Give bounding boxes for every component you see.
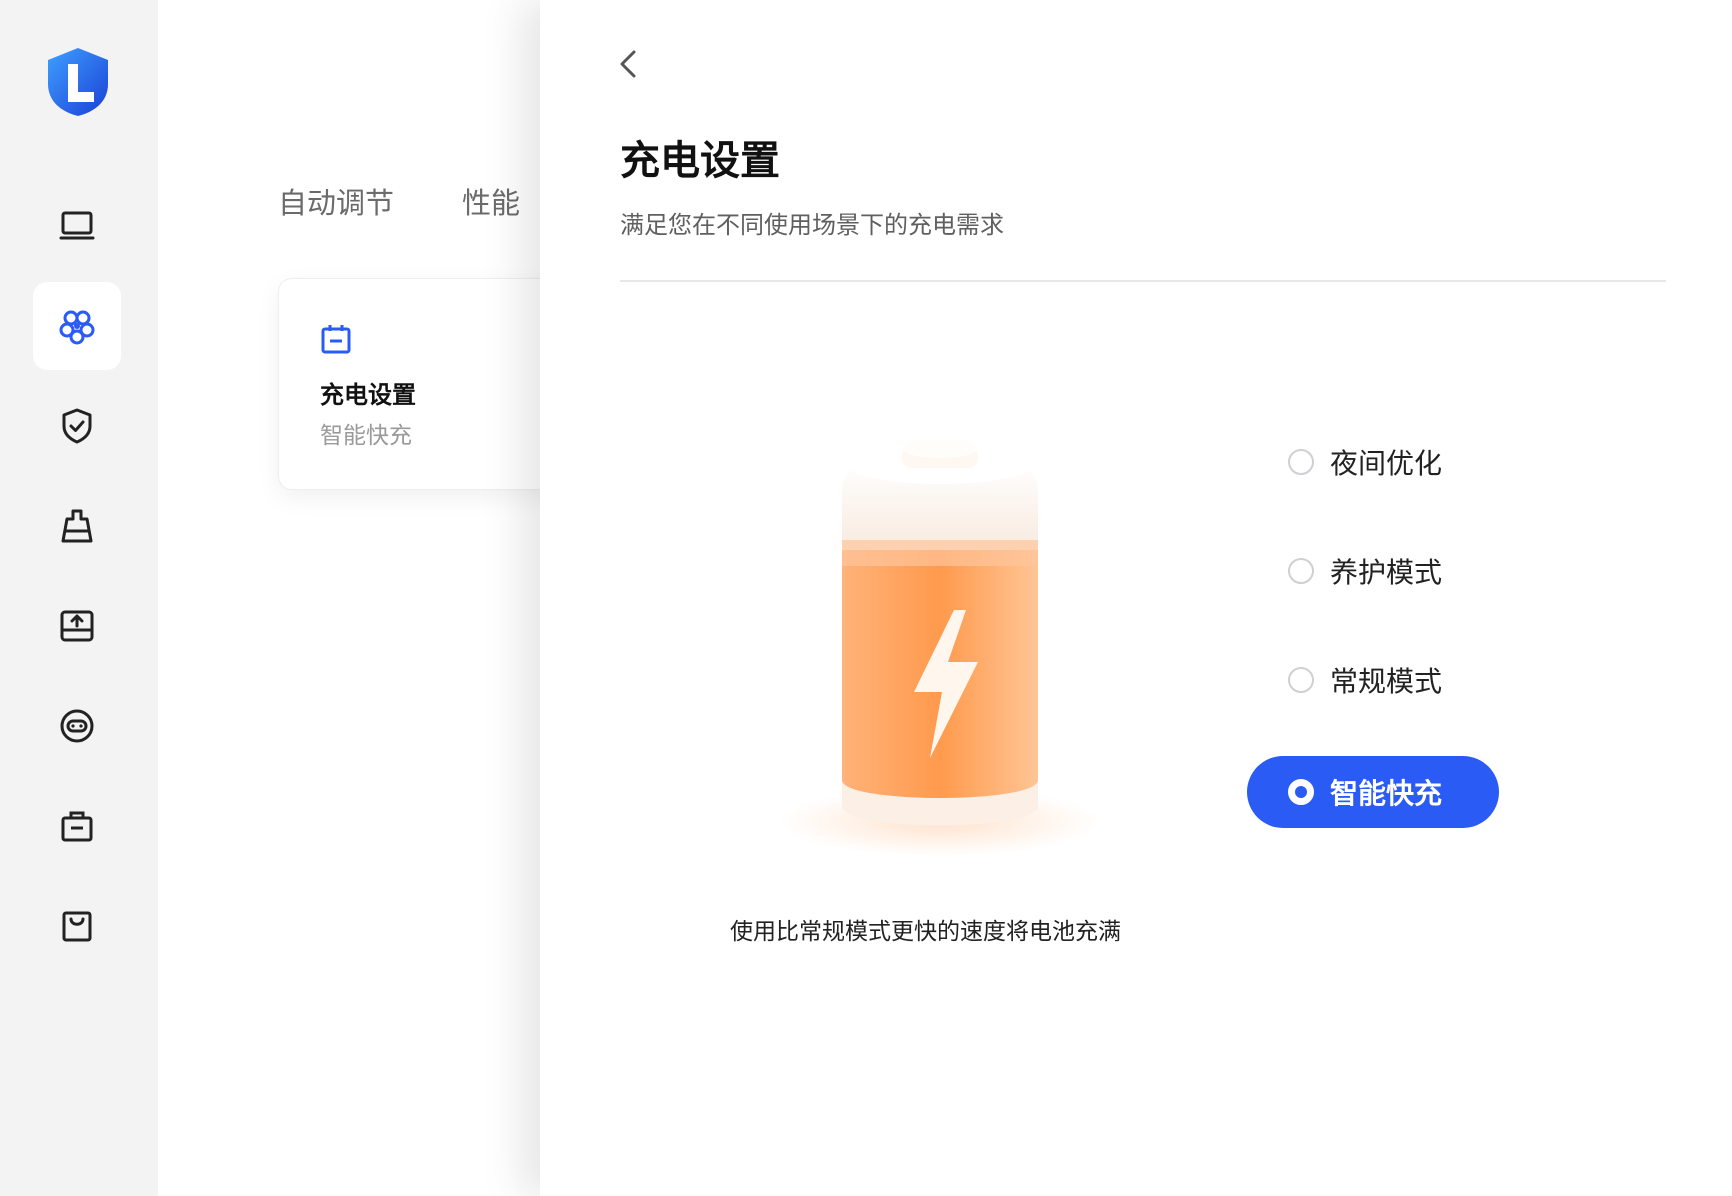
option-label: 夜间优化 (1330, 447, 1443, 480)
option-night-optimization[interactable]: 夜间优化 (1247, 426, 1442, 498)
page-title: 充电设置 (620, 138, 780, 184)
shield-check-icon (62, 408, 92, 444)
shopping-bag-icon (62, 911, 92, 942)
mode-description: 使用比常规模式更快的速度将电池充满 (730, 919, 1121, 945)
option-care-mode[interactable]: 养护模式 (1247, 535, 1442, 607)
charging-settings-drawer: 充电设置 满足您在不同使用场景下的充电需求 夜间优化 养护模式 常规模式 智能快… (540, 0, 1732, 1196)
option-label: 智能快充 (1330, 777, 1443, 810)
divider (620, 280, 1666, 282)
option-label: 养护模式 (1330, 556, 1443, 589)
back-chevron-icon[interactable] (614, 46, 644, 82)
nav-security[interactable] (33, 382, 121, 470)
toolbox-icon (61, 811, 93, 842)
nav-toolbox[interactable] (33, 782, 121, 870)
card-subtitle: 智能快充 (320, 423, 412, 449)
nav-store[interactable] (33, 882, 121, 970)
radio-unchecked[interactable] (1288, 667, 1314, 693)
nav-clean[interactable] (33, 482, 121, 570)
charging-settings-card[interactable]: 充电设置 智能快充 (278, 278, 540, 490)
radio-checked[interactable] (1288, 779, 1314, 805)
background-page: 自动调节 性能 充电设置 智能快充 (158, 0, 540, 1196)
option-normal-mode[interactable]: 常规模式 (1247, 644, 1442, 716)
tab-performance[interactable]: 性能 (462, 180, 520, 222)
nav-device[interactable] (33, 182, 121, 270)
option-label: 常规模式 (1330, 665, 1443, 698)
radio-unchecked[interactable] (1288, 449, 1314, 475)
app-logo-icon (48, 48, 108, 116)
device-icon (59, 211, 95, 240)
drive-upload-icon (60, 610, 94, 642)
nav-support[interactable] (33, 682, 121, 770)
battery-illustration (780, 440, 1100, 856)
calendar-battery-icon (321, 325, 351, 354)
nav-optimize[interactable] (33, 282, 121, 370)
nav-rail (0, 0, 158, 1196)
page-subtitle: 满足您在不同使用场景下的充电需求 (620, 211, 1004, 239)
radio-unchecked[interactable] (1288, 558, 1314, 584)
clean-icon (61, 509, 93, 543)
support-chat-icon (60, 709, 94, 743)
optimize-icon (59, 310, 95, 345)
card-title: 充电设置 (320, 381, 416, 409)
tab-auto-adjust[interactable]: 自动调节 (278, 180, 394, 222)
nav-drive[interactable] (33, 582, 121, 670)
option-smart-fast-charge[interactable]: 智能快充 (1247, 756, 1499, 828)
